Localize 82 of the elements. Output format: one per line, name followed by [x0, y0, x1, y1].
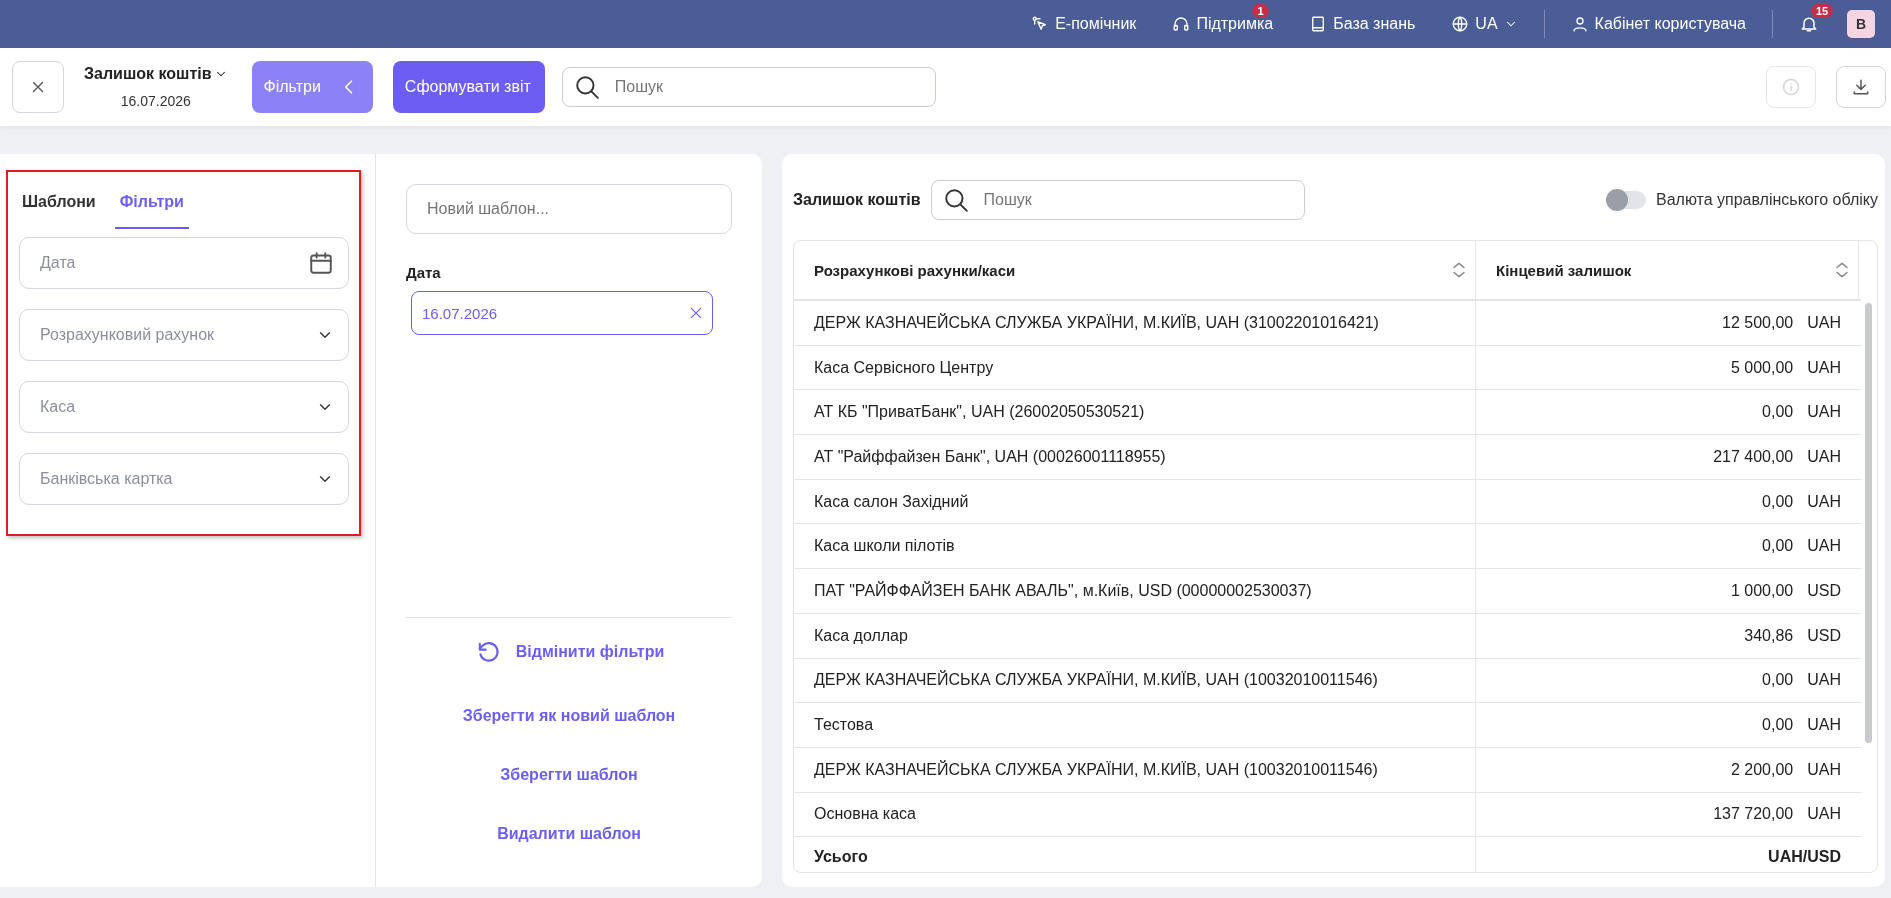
table-cell: АТ "Райффайзен Банк", UAH (00026001118955): [794, 435, 1476, 479]
user-avatar[interactable]: В: [1847, 10, 1875, 38]
filters-button[interactable]: Фільтри: [251, 61, 373, 113]
user-icon: [1570, 15, 1589, 33]
notifications-button[interactable]: 15: [1781, 0, 1837, 48]
top-bar-link[interactable]: База знань: [1291, 0, 1434, 48]
amount: 0,00: [1762, 403, 1794, 422]
top-bar-link[interactable]: Підтримка 1: [1154, 0, 1292, 48]
currency: UAH: [1807, 760, 1841, 779]
currency: UAH: [1807, 537, 1841, 556]
currency: UAH: [1807, 358, 1841, 377]
currency: UAH: [1807, 492, 1841, 511]
report-date: 16.07.2026: [120, 93, 191, 109]
tab[interactable]: Фільтри: [114, 193, 189, 229]
currency: UAH: [1807, 805, 1841, 824]
top-bar-link[interactable]: Е-помічник: [1013, 0, 1155, 48]
currency: UAH: [1807, 313, 1841, 332]
currency-toggle[interactable]: Валюта управлінського обліку: [1605, 191, 1878, 209]
table-cell: Каса салон Західний: [794, 479, 1476, 524]
search-icon: [942, 187, 969, 213]
search-field[interactable]: Пошук: [930, 180, 1305, 220]
currency: USD: [1807, 626, 1841, 645]
date-field[interactable]: Дата: [19, 237, 349, 289]
currency: UAH: [1807, 671, 1841, 690]
currency: USD: [1807, 581, 1841, 600]
amount: 217 400,00: [1713, 447, 1794, 466]
dropdown-field[interactable]: Розрахунковий рахунок: [19, 309, 349, 361]
amount: 0,00: [1762, 716, 1794, 735]
headset-icon: [1172, 15, 1191, 33]
table-cell: Каса Сервісного Центру: [794, 345, 1476, 390]
language-selector[interactable]: UA: [1433, 0, 1536, 48]
template-link[interactable]: Зберегти шаблон: [500, 766, 638, 784]
reset-filters-link[interactable]: Відмінити фільтри: [473, 638, 665, 666]
amount: 5 000,00: [1730, 358, 1794, 377]
template-name-field[interactable]: Новий шаблон...: [406, 184, 732, 234]
download-icon: [1851, 77, 1871, 97]
table-cell: Основна каса: [794, 792, 1476, 837]
table-cell: ПАТ "РАЙФФАЙЗЕН БАНК АВАЛЬ", м.Київ, USD (00000002530037): [794, 569, 1476, 613]
close-button[interactable]: [12, 61, 64, 113]
tab[interactable]: Шаблони: [19, 193, 96, 229]
template-link[interactable]: Зберегти як новий шаблон: [462, 707, 676, 725]
download-button[interactable]: [1836, 66, 1886, 108]
table-cell: АТ КБ "ПриватБанк", UAH (26002050530521): [794, 390, 1476, 435]
table-cell: ДЕРЖ КАЗНАЧЕЙСЬКА СЛУЖБА УКРАЇНИ, М.КИЇВ, UAH (31002201016421): [794, 301, 1476, 345]
column-header[interactable]: Розрахункові рахунки/каси: [794, 241, 1476, 299]
dropdown-field[interactable]: Банківська картка: [19, 453, 349, 505]
report-selector[interactable]: Залишок коштів: [84, 65, 228, 83]
search-icon: [573, 74, 600, 100]
notification-badge: 1: [1252, 4, 1269, 18]
globe-icon: [1451, 15, 1470, 33]
table-cell: Каса школи пілотів: [794, 524, 1476, 569]
amount: 12 500,00: [1722, 313, 1794, 332]
amount: 0,00: [1762, 492, 1794, 511]
scrollbar[interactable]: [1865, 303, 1872, 743]
currency: UAH: [1807, 447, 1841, 466]
table-cell: Каса доллар: [794, 613, 1476, 658]
column-header[interactable]: Кінцевий залишок: [1476, 241, 1859, 299]
table-cell: ДЕРЖ КАЗНАЧЕЙСЬКА СЛУЖБА УКРАЇНИ, М.КИЇВ, UAH (10032010011546): [794, 747, 1476, 792]
currency: UAH: [1807, 716, 1841, 735]
amount: 137 720,00: [1713, 805, 1794, 824]
amount: 1 000,00: [1730, 581, 1794, 600]
amount: 0,00: [1762, 537, 1794, 556]
calendar-icon: [308, 250, 334, 276]
generate-report-button[interactable]: Сформувати звіт: [392, 61, 545, 113]
top-bar-link[interactable]: Кабінет користувача: [1552, 0, 1764, 48]
template-link[interactable]: Видалити шаблон: [497, 825, 641, 843]
dropdown-field[interactable]: Каса: [19, 381, 349, 433]
search-field[interactable]: Пошук: [561, 67, 936, 107]
date-chip[interactable]: 16.07.2026: [411, 291, 713, 335]
table-cell: ДЕРЖ КАЗНАЧЕЙСЬКА СЛУЖБА УКРАЇНИ, М.КИЇВ, UAH (10032010011546): [794, 658, 1476, 703]
amount: 0,00: [1762, 671, 1794, 690]
notification-badge: 15: [1811, 4, 1834, 18]
table-cell: Тестова: [794, 703, 1476, 747]
field-label: Дата: [406, 264, 442, 281]
amount: 2 200,00: [1730, 760, 1794, 779]
table-cell: UAH/USD: [1768, 848, 1841, 867]
amount: 340,86: [1744, 626, 1794, 645]
currency: UAH: [1807, 403, 1841, 422]
info-icon: [1781, 77, 1801, 97]
report-title: Залишок коштів: [793, 191, 921, 209]
clear-icon: [688, 305, 704, 321]
table-cell: Усього: [794, 837, 1476, 872]
